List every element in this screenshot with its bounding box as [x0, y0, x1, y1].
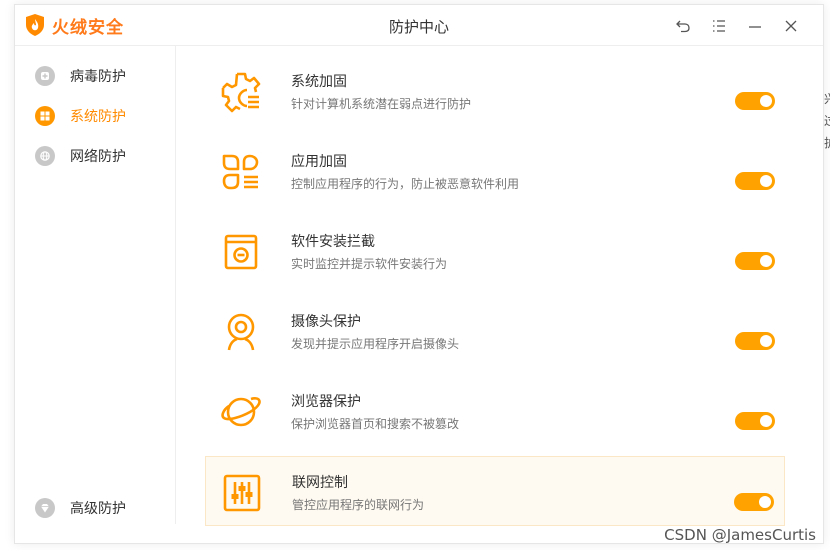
feature-description: 发现并提示应用程序开启摄像头 [291, 337, 460, 351]
feature-description: 保护浏览器首页和搜索不被篡改 [291, 417, 460, 431]
feature-description: 针对计算机系统潜在弱点进行防护 [291, 97, 472, 111]
window-controls [665, 17, 809, 35]
toggle-knob [759, 496, 771, 508]
feature-card-system-hardening: 系统加固 针对计算机系统潜在弱点进行防护 [205, 56, 785, 126]
edge-char: 护 [824, 132, 830, 154]
edge-char: 过 [824, 110, 830, 132]
feature-title: 联网控制 [292, 475, 348, 491]
webcam-icon [227, 313, 255, 351]
feature-card-webcam-protection: 摄像头保护 发现并提示应用程序开启摄像头 [205, 296, 785, 366]
feature-title: 软件安装拦截 [291, 234, 375, 250]
feature-card-app-hardening: 应用加固 控制应用程序的行为，防止被恶意软件利用 [205, 136, 785, 206]
feature-description: 实时监控并提示软件安装行为 [291, 257, 448, 271]
background-window-text: 兴 过 护 [824, 88, 830, 154]
title-bar: 火绒安全 防护中心 [15, 5, 823, 46]
toggle-knob [760, 415, 772, 427]
menu-button[interactable] [701, 17, 737, 35]
close-button[interactable] [773, 17, 809, 35]
back-button[interactable] [665, 17, 701, 35]
feature-title: 应用加固 [291, 154, 347, 170]
feature-title: 系统加固 [291, 74, 347, 90]
sidebar-item-label: 网络防护 [70, 149, 126, 165]
sidebar-item-system-protection[interactable]: 系统防护 [35, 104, 126, 128]
feature-card-network-control: 联网控制 管控应用程序的联网行为 [205, 456, 785, 526]
sidebar-item-label: 病毒防护 [70, 69, 126, 85]
feature-card-install-interception: 软件安装拦截 实时监控并提示软件安装行为 [205, 216, 785, 286]
back-icon [676, 20, 690, 33]
plus-shield-icon [35, 66, 55, 86]
feature-description: 管控应用程序的联网行为 [292, 498, 425, 512]
close-icon [785, 20, 797, 32]
diamond-icon [35, 498, 55, 518]
install-box-icon [224, 234, 258, 270]
sidebar-item-network-protection[interactable]: 网络防护 [35, 144, 126, 168]
feature-description: 控制应用程序的行为，防止被恶意软件利用 [291, 177, 520, 191]
toggle-switch[interactable] [734, 493, 774, 511]
watermark: CSDN @JamesCurtis [664, 526, 816, 544]
globe-icon [35, 146, 55, 166]
app-window: 火绒安全 防护中心 病毒防护 系统防护 网络防护 高级防护 系统加固 针对计算机… [14, 4, 824, 544]
app-grid-icon [222, 154, 259, 190]
toggle-knob [760, 175, 772, 187]
toggle-switch[interactable] [735, 92, 775, 110]
feature-title: 浏览器保护 [291, 394, 361, 410]
sidebar-item-label: 系统防护 [70, 109, 126, 125]
minimize-icon [749, 26, 761, 28]
toggle-switch[interactable] [735, 332, 775, 350]
feature-card-browser-protection: 浏览器保护 保护浏览器首页和搜索不被篡改 [205, 376, 785, 446]
windows-icon [35, 106, 55, 126]
gear-shield-icon [221, 72, 261, 113]
menu-icon [713, 20, 725, 32]
toggle-switch[interactable] [735, 252, 775, 270]
feature-title: 摄像头保护 [291, 314, 361, 330]
toggle-knob [760, 255, 772, 267]
sidebar-item-virus-protection[interactable]: 病毒防护 [35, 64, 126, 88]
toggle-switch[interactable] [735, 172, 775, 190]
toggle-knob [760, 335, 772, 347]
sidebar-item-advanced-protection[interactable]: 高级防护 [35, 496, 126, 520]
planet-icon [221, 397, 261, 427]
sidebar-item-label: 高级防护 [70, 501, 126, 517]
minimize-button[interactable] [737, 17, 773, 35]
sliders-icon [223, 474, 261, 512]
toggle-switch[interactable] [735, 412, 775, 430]
toggle-knob [760, 95, 772, 107]
sidebar: 病毒防护 系统防护 网络防护 高级防护 [15, 46, 176, 524]
edge-char: 兴 [824, 88, 830, 110]
